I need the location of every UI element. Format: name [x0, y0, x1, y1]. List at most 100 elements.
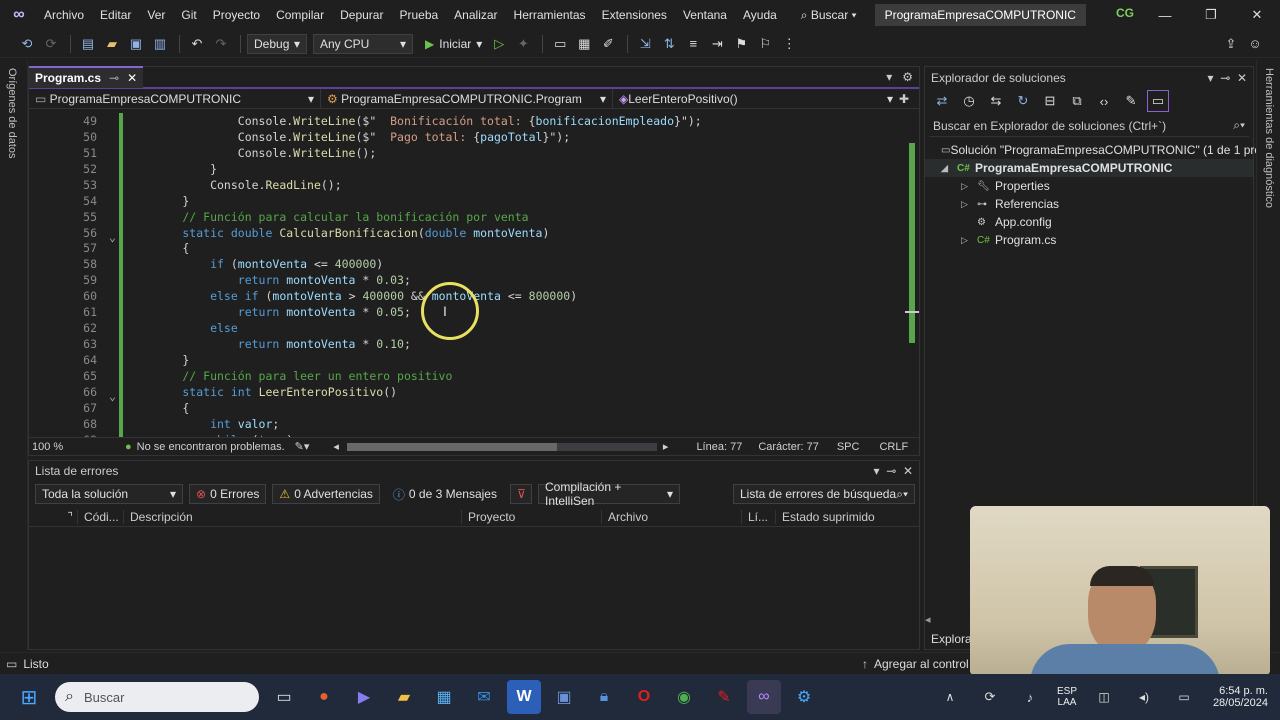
breakpoints-icon[interactable]: ⇅: [658, 33, 680, 55]
lock-icon[interactable]: 🔒︎: [587, 680, 621, 714]
show-all-icon[interactable]: ⧉: [1066, 90, 1088, 112]
save-icon[interactable]: ▣: [125, 33, 147, 55]
column-header[interactable]: Proyecto: [461, 509, 601, 524]
issues-status[interactable]: No se encontraron problemas.: [137, 441, 285, 453]
properties-icon[interactable]: ✎: [1120, 90, 1142, 112]
horizontal-scrollbar[interactable]: [346, 442, 657, 451]
diagnostics-tools-tab[interactable]: Herramientas de diagnóstico: [1263, 68, 1275, 208]
undo-icon[interactable]: ↶: [186, 33, 208, 55]
microphone-icon[interactable]: ♪: [1013, 680, 1047, 714]
forward-icon[interactable]: ⟳: [40, 33, 62, 55]
hot-reload-icon[interactable]: ✦: [512, 33, 534, 55]
code-line[interactable]: 52 }: [29, 161, 901, 177]
column-header[interactable]: Estado suprimido: [775, 509, 905, 524]
notification-app-icon[interactable]: ●: [307, 680, 341, 714]
expand-arrow-icon[interactable]: ▷: [961, 199, 977, 210]
menu-item-ayuda[interactable]: Ayuda: [735, 0, 785, 30]
code-line[interactable]: 57 {: [29, 241, 901, 257]
maximize-icon[interactable]: ❐: [1188, 0, 1234, 30]
code-line[interactable]: 55 // Función para calcular la bonificac…: [29, 209, 901, 225]
tree-item[interactable]: ▷ C# Program.cs: [925, 231, 1253, 249]
tab-program-cs[interactable]: Program.cs ⊸ ✕: [29, 66, 144, 88]
scroll-left-icon[interactable]: ◂: [925, 613, 971, 629]
code-line[interactable]: 68 int valor;: [29, 416, 901, 432]
new-item-icon[interactable]: ▤: [77, 33, 99, 55]
expand-arrow-icon[interactable]: ▷: [961, 235, 977, 246]
opera-icon[interactable]: O: [627, 680, 661, 714]
user-avatar[interactable]: CG: [1116, 6, 1138, 24]
code-line[interactable]: 66 ⌄ static int LeerEnteroPositivo(): [29, 384, 901, 403]
code-area[interactable]: 49 Console. WriteLine ($" Bonificación tot…: [29, 113, 901, 437]
switch-views-icon[interactable]: ⇆: [985, 90, 1007, 112]
back-icon[interactable]: ⟲: [16, 33, 38, 55]
fold-toggle-icon[interactable]: ⌄: [109, 230, 116, 244]
step-icon[interactable]: ⇲: [634, 33, 656, 55]
tree-item[interactable]: ⚙ App.config: [925, 213, 1253, 231]
line-indicator[interactable]: Línea: 77: [696, 441, 742, 453]
sync-status-icon[interactable]: ⟳: [973, 680, 1007, 714]
filter-icon[interactable]: ⊽: [509, 484, 532, 504]
menu-item-editar[interactable]: Editar: [92, 0, 139, 30]
code-line[interactable]: 64 }: [29, 352, 901, 368]
code-line[interactable]: 67 {: [29, 400, 901, 416]
build-filter-select[interactable]: Compilación + IntelliSen ▾: [537, 480, 680, 508]
code-line[interactable]: 51 Console. WriteLine ();: [29, 145, 901, 161]
code-line[interactable]: 58 if (montoVenta <= 400000): [29, 256, 901, 272]
close-tab-icon[interactable]: ✕: [127, 71, 137, 85]
nav-member-select[interactable]: ◈LeerEnteroPositivo() ▾: [613, 89, 899, 109]
open-folder-icon[interactable]: ▰: [101, 33, 123, 55]
live-share-icon[interactable]: ⇪: [1220, 33, 1242, 55]
expand-arrow-icon[interactable]: ▷: [961, 181, 977, 192]
align-icon[interactable]: ≡: [682, 33, 704, 55]
pin-icon[interactable]: ⊸: [886, 464, 896, 478]
file-explorer-icon[interactable]: ▰: [387, 680, 421, 714]
sync-icon[interactable]: ⇄: [931, 90, 953, 112]
clock[interactable]: 6:54 p. m. 28/05/2024: [1204, 685, 1268, 709]
teams-icon[interactable]: ▣: [547, 680, 581, 714]
pin-icon[interactable]: ⊸: [1220, 71, 1230, 85]
bookmark-nav-icon[interactable]: ⚐: [754, 33, 776, 55]
nav-class-select[interactable]: ⚙ ProgramaEmpresaCOMPUTRONIC.Program ▾: [321, 88, 613, 109]
fold-toggle-icon[interactable]: ⌄: [109, 389, 116, 403]
word-icon[interactable]: W: [507, 680, 541, 714]
menu-item-prueba[interactable]: Prueba: [391, 0, 446, 30]
format-icon[interactable]: ✐: [597, 33, 619, 55]
menu-item-git[interactable]: Git: [173, 0, 204, 30]
chrome-icon[interactable]: ◉: [667, 680, 701, 714]
scope-select[interactable]: Toda la solución ▾: [35, 484, 183, 504]
search-menu[interactable]: ⌕ Buscar ▾: [793, 8, 865, 23]
close-icon[interactable]: ✕: [1234, 0, 1280, 30]
char-indicator[interactable]: Carácter: 77: [758, 441, 819, 453]
vertical-scrollbar[interactable]: [905, 113, 919, 437]
error-search-input[interactable]: Lista de errores de búsqueda ⌕▾: [733, 484, 915, 504]
bookmark-icon[interactable]: ⚑: [730, 33, 752, 55]
save-all-icon[interactable]: ▥: [149, 33, 171, 55]
errors-filter-button[interactable]: ⊗ 0 Errores: [189, 484, 267, 504]
scrollbar-thumb[interactable]: [905, 311, 919, 313]
feedback-icon[interactable]: ☺: [1244, 33, 1266, 55]
horizontal-scrollbar-thumb[interactable]: [346, 442, 557, 451]
task-view-icon[interactable]: ▭: [267, 680, 301, 714]
column-header[interactable]: Lí...: [741, 509, 775, 524]
layout-icon[interactable]: ▦: [573, 33, 595, 55]
messages-filter-button[interactable]: ⓘ 0 de 3 Mensajes: [386, 484, 504, 504]
refresh-icon[interactable]: ↻: [1012, 90, 1034, 112]
indent-icon[interactable]: ⇥: [706, 33, 728, 55]
source-control-button[interactable]: Agregar al control c: [874, 657, 970, 671]
menu-item-compilar[interactable]: Compilar: [268, 0, 332, 30]
code-line[interactable]: 54 }: [29, 193, 901, 209]
store-icon[interactable]: ▦: [427, 680, 461, 714]
tree-item[interactable]: ▷ 🔧︎ Properties: [925, 177, 1253, 195]
menu-item-proyecto[interactable]: Proyecto: [205, 0, 268, 30]
code-line[interactable]: 50 Console. WriteLine ($" Pago total: {pag…: [29, 129, 901, 145]
warnings-filter-button[interactable]: ⚠ 0 Advertencias: [272, 484, 380, 504]
browse-icon[interactable]: ▭: [549, 33, 571, 55]
code-line[interactable]: 53 Console. ReadLine ();: [29, 177, 901, 193]
scroll-right-icon[interactable]: ▸: [663, 440, 669, 453]
settings-app-icon[interactable]: ⚙: [787, 680, 821, 714]
pin-icon[interactable]: ⊸: [109, 71, 119, 85]
menu-item-ventana[interactable]: Ventana: [675, 0, 735, 30]
configuration-select[interactable]: Debug ▾: [247, 33, 307, 54]
battery-icon[interactable]: ▭: [1167, 680, 1201, 714]
mail-icon[interactable]: ✉: [467, 680, 501, 714]
